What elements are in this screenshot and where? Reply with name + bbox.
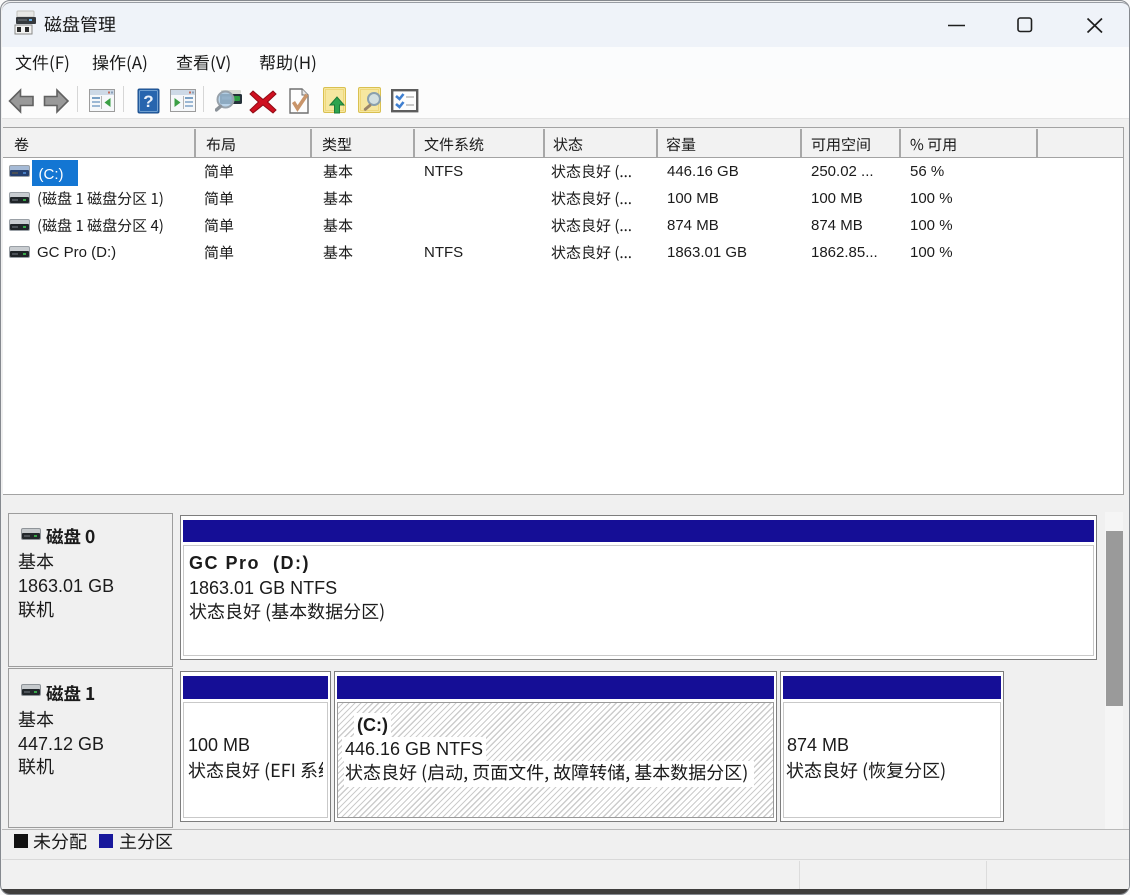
svg-text:?: ? — [143, 92, 153, 111]
